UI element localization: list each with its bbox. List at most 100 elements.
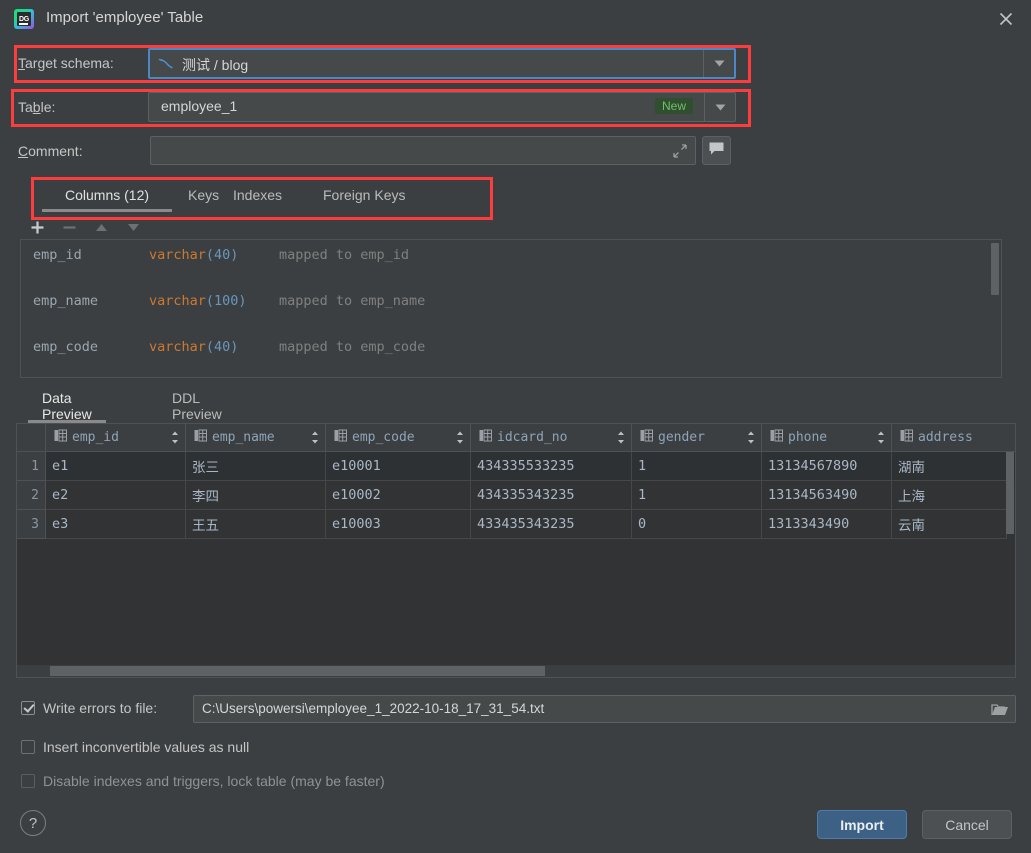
- grid-header-label: emp_name: [212, 430, 275, 445]
- tab-ddl-preview[interactable]: DDL Preview: [172, 390, 222, 422]
- cell-phone[interactable]: 13134567890: [762, 452, 892, 481]
- error-file-path-input[interactable]: C:\Users\powersi\employee_1_2022-10-18_1…: [193, 695, 1016, 723]
- cell-idcard_no[interactable]: 433435343235: [471, 510, 632, 539]
- chevron-down-icon[interactable]: [704, 93, 735, 121]
- new-badge: New: [654, 98, 693, 114]
- grid-vertical-scrollbar-thumb[interactable]: [1006, 452, 1014, 534]
- cell-address[interactable]: 上海: [892, 481, 1007, 510]
- insert-inconvertible-label: Insert inconvertible values as null: [43, 739, 250, 755]
- row-number: 1: [17, 452, 46, 481]
- sort-updown-icon[interactable]: [747, 431, 755, 448]
- write-errors-checkbox[interactable]: [21, 701, 35, 715]
- minus-icon[interactable]: [59, 217, 79, 237]
- column-row[interactable]: emp_id varchar(40) mapped to emp_id: [21, 244, 1001, 267]
- grid-header-address[interactable]: address: [892, 424, 1015, 451]
- insert-inconvertible-checkbox[interactable]: [21, 740, 35, 754]
- sort-updown-icon[interactable]: [311, 431, 319, 448]
- grid-header-idcard_no[interactable]: idcard_no: [471, 424, 632, 451]
- grid-horizontal-scrollbar[interactable]: [16, 665, 1016, 678]
- sort-updown-icon[interactable]: [617, 431, 625, 448]
- grid-header-phone[interactable]: phone: [762, 424, 892, 451]
- table-row[interactable]: 3 e3 王五 e10003 433435343235 0 1313343490…: [17, 510, 1015, 539]
- tab-data-preview[interactable]: Data Preview: [28, 390, 106, 423]
- comment-toggle-button[interactable]: [702, 136, 731, 165]
- chevron-down-icon[interactable]: [703, 50, 734, 77]
- cancel-button[interactable]: Cancel: [922, 810, 1012, 839]
- arrow-up-icon[interactable]: [91, 217, 111, 237]
- datagrip-logo-icon: DG: [14, 9, 34, 29]
- column-row[interactable]: emp_name varchar(100) mapped to emp_name: [21, 290, 1001, 313]
- table-name-combobox[interactable]: employee_1 New: [148, 92, 736, 122]
- cell-gender[interactable]: 1: [632, 481, 762, 510]
- column-type: varchar(100): [149, 293, 247, 309]
- cell-phone[interactable]: 13134563490: [762, 481, 892, 510]
- cell-emp_code[interactable]: e10003: [326, 510, 471, 539]
- tab-foreign-keys-label: Foreign Keys: [323, 187, 406, 203]
- grid-vertical-scrollbar[interactable]: [1005, 452, 1015, 652]
- column-type: varchar(40): [149, 247, 239, 263]
- tab-keys[interactable]: Keys: [188, 178, 219, 212]
- cell-emp_name[interactable]: 张三: [186, 452, 326, 481]
- target-schema-combobox[interactable]: 测试 / blog: [148, 48, 736, 79]
- import-button[interactable]: Import: [817, 810, 907, 839]
- cell-emp_code[interactable]: e10001: [326, 452, 471, 481]
- columns-scrollbar-thumb[interactable]: [991, 243, 999, 295]
- sort-updown-icon[interactable]: [877, 431, 885, 448]
- grid-horizontal-scrollbar-thumb[interactable]: [50, 666, 545, 676]
- disable-indexes-checkbox[interactable]: [21, 774, 35, 788]
- cell-phone[interactable]: 1313343490: [762, 510, 892, 539]
- cell-emp_id[interactable]: e1: [46, 452, 186, 481]
- grid-header-emp_id[interactable]: emp_id: [46, 424, 186, 451]
- target-schema-label-mnemonic: T: [18, 55, 25, 71]
- grid-header-label: idcard_no: [497, 430, 568, 445]
- cell-emp_name[interactable]: 王五: [186, 510, 326, 539]
- tab-indexes[interactable]: Indexes: [233, 178, 282, 212]
- target-schema-label-rest: arget schema:: [25, 55, 114, 71]
- folder-icon[interactable]: [991, 702, 1009, 718]
- grid-header-emp_code[interactable]: emp_code: [326, 424, 471, 451]
- cell-emp_name[interactable]: 李四: [186, 481, 326, 510]
- dialog-title: Import 'employee' Table: [46, 9, 204, 26]
- table-row[interactable]: 1 e1 张三 e10001 434335533235 1 1313456789…: [17, 452, 1015, 481]
- tab-keys-label: Keys: [188, 187, 220, 203]
- grid-header-emp_name[interactable]: emp_name: [186, 424, 326, 451]
- column-name: emp_code: [33, 339, 99, 355]
- row-number: 2: [17, 481, 46, 510]
- columns-scrollbar[interactable]: [990, 241, 1000, 377]
- cell-idcard_no[interactable]: 434335343235: [471, 481, 632, 510]
- speech-bubble-icon: [708, 141, 725, 161]
- row-gutter-header: [17, 424, 46, 451]
- table-row[interactable]: 2 e2 李四 e10002 434335343235 1 1313456349…: [17, 481, 1015, 510]
- cell-gender[interactable]: 0: [632, 510, 762, 539]
- arrow-down-icon[interactable]: [123, 217, 143, 237]
- tab-columns-label: Columns (12): [64, 187, 150, 203]
- sort-updown-icon[interactable]: [456, 431, 464, 448]
- column-row[interactable]: emp_code varchar(40) mapped to emp_code: [21, 336, 1001, 359]
- columns-list[interactable]: emp_id varchar(40) mapped to emp_id emp_…: [20, 240, 1002, 378]
- table-column-icon: [900, 429, 913, 446]
- expand-icon[interactable]: [672, 143, 688, 159]
- cell-address[interactable]: 云南: [892, 510, 1007, 539]
- table-label-suffix: le:: [40, 99, 56, 115]
- column-mapping: mapped to emp_id: [279, 247, 410, 263]
- cell-emp_id[interactable]: e3: [46, 510, 186, 539]
- cell-emp_code[interactable]: e10002: [326, 481, 471, 510]
- table-label-mnemonic: b: [32, 99, 41, 115]
- cell-idcard_no[interactable]: 434335533235: [471, 452, 632, 481]
- tab-columns[interactable]: Columns (12): [42, 178, 172, 212]
- cell-address[interactable]: 湖南: [892, 452, 1007, 481]
- close-icon[interactable]: [995, 8, 1017, 30]
- help-button[interactable]: ?: [20, 810, 46, 836]
- object-tabs: Columns (12) Keys Indexes Foreign Keys: [20, 178, 1002, 212]
- comment-input[interactable]: [150, 136, 696, 165]
- plus-icon[interactable]: [27, 217, 47, 237]
- column-name: emp_id: [33, 247, 82, 263]
- disable-indexes-label: Disable indexes and triggers, lock table…: [43, 773, 385, 789]
- grid-header-gender[interactable]: gender: [632, 424, 762, 451]
- data-preview-grid[interactable]: emp_id emp_name emp_code idcard_no gende…: [16, 423, 1016, 676]
- tab-foreign-keys[interactable]: Foreign Keys: [323, 178, 405, 212]
- grid-header-row: emp_id emp_name emp_code idcard_no gende…: [17, 424, 1015, 452]
- sort-updown-icon[interactable]: [171, 431, 179, 448]
- cell-gender[interactable]: 1: [632, 452, 762, 481]
- cell-emp_id[interactable]: e2: [46, 481, 186, 510]
